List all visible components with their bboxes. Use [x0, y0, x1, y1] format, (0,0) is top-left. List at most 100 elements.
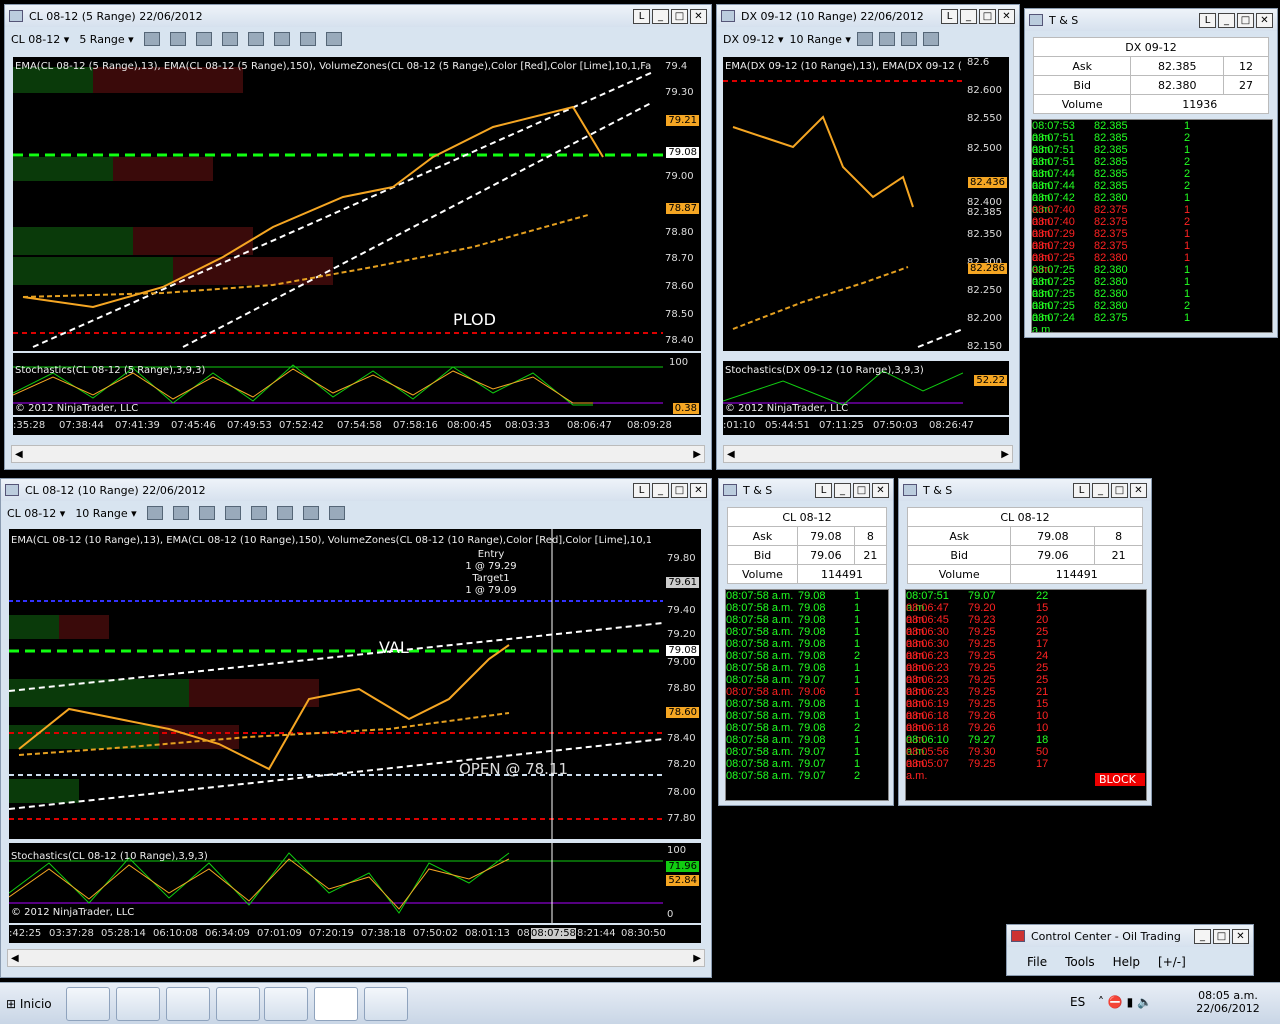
chart-window-cl-10range[interactable]: CL 08-12 (10 Range) 22/06/2012 L _ □ ✕ CL 08…: [0, 478, 712, 978]
maximize-button[interactable]: □: [671, 8, 688, 24]
ninjatrader-taskbar-icon[interactable]: [314, 987, 358, 1021]
scroll-right-icon[interactable]: ▶: [693, 449, 701, 460]
indicator-icon[interactable]: [900, 32, 917, 46]
horizontal-scrollbar[interactable]: ◀ ▶: [7, 949, 705, 967]
restore-icon[interactable]: L: [941, 8, 958, 24]
tray-icons[interactable]: ˄ ⛔ ▮ 🔈: [1098, 995, 1152, 1009]
close-button[interactable]: ✕: [1130, 482, 1147, 498]
crosshair-icon[interactable]: [250, 506, 267, 520]
instrument-select[interactable]: DX 09-12 ▾: [723, 33, 784, 46]
strategy-icon[interactable]: [922, 32, 939, 46]
close-button[interactable]: ✕: [690, 482, 707, 498]
scroll-right-icon[interactable]: ▶: [693, 953, 701, 964]
chrome-icon[interactable]: [66, 987, 110, 1021]
minimize-button[interactable]: _: [834, 482, 851, 498]
crosshair-icon[interactable]: [247, 32, 264, 46]
scroll-right-icon[interactable]: ▶: [1001, 449, 1009, 460]
title-bar[interactable]: CL 08-12 (10 Range) 22/06/2012 L _ □ ✕: [1, 479, 711, 501]
title-bar[interactable]: T & S L _ □ ✕: [1025, 9, 1277, 31]
trades-list[interactable]: 08:07:53 a.m. 82.385 1 08:07:51 a.m. 82.385 2…: [1031, 119, 1273, 333]
close-button[interactable]: ✕: [1256, 12, 1273, 28]
zoom-icon[interactable]: [276, 506, 293, 520]
quote-table: CL 08-12 Ask 79.08 8 Bid 79.06 21 Volume 114491: [906, 507, 1143, 584]
menu-expand[interactable]: [+/-]: [1158, 955, 1186, 969]
restore-icon[interactable]: L: [815, 482, 832, 498]
bars-icon[interactable]: [856, 32, 873, 46]
restore-icon[interactable]: L: [1073, 482, 1090, 498]
indicator-icon[interactable]: [195, 32, 212, 46]
restore-icon[interactable]: L: [633, 8, 650, 24]
mail-icon[interactable]: [166, 987, 210, 1021]
indicator-icon[interactable]: [198, 506, 215, 520]
minimize-button[interactable]: _: [960, 8, 977, 24]
maximize-button[interactable]: □: [979, 8, 996, 24]
restore-icon[interactable]: L: [1199, 12, 1216, 28]
trade-row: 08:07:58 a.m. 79.07 2: [726, 770, 861, 782]
menu-help[interactable]: Help: [1113, 955, 1140, 969]
menu-tools[interactable]: Tools: [1065, 955, 1095, 969]
title-bar[interactable]: T & S L _ □ ✕: [719, 479, 893, 501]
maximize-button[interactable]: □: [671, 482, 688, 498]
menu-file[interactable]: File: [1027, 955, 1047, 969]
time-and-sales-cl-1[interactable]: T & S L _ □ ✕ CL 08-12 Ask 79.08 8 Bid 79.06 21 Vol…: [718, 478, 894, 806]
data-box-icon[interactable]: [302, 506, 319, 520]
title-bar[interactable]: T & S L _ □ ✕: [899, 479, 1151, 501]
price-panel[interactable]: PLOD: [13, 57, 663, 351]
close-button[interactable]: ✕: [1232, 928, 1249, 944]
price-panel[interactable]: [723, 57, 963, 351]
instrument-select[interactable]: CL 08-12 ▾: [11, 33, 69, 46]
maximize-button[interactable]: □: [1213, 928, 1230, 944]
pencil-icon[interactable]: [169, 32, 186, 46]
instrument-select[interactable]: CL 08-12 ▾: [7, 507, 65, 520]
period-select[interactable]: 10 Range ▾: [790, 33, 851, 46]
maximize-button[interactable]: □: [1111, 482, 1128, 498]
title-bar[interactable]: DX 09-12 (10 Range) 22/06/2012 L _ □ ✕: [717, 5, 1019, 27]
zoom-icon[interactable]: [273, 32, 290, 46]
chart-window-cl-5range[interactable]: CL 08-12 (5 Range) 22/06/2012 L _ □ ✕ CL 08-…: [4, 4, 712, 470]
pencil-icon[interactable]: [878, 32, 895, 46]
language-indicator[interactable]: ES: [1070, 995, 1085, 1009]
minimize-button[interactable]: _: [652, 8, 669, 24]
strategy-icon[interactable]: [221, 32, 238, 46]
strategy-icon[interactable]: [224, 506, 241, 520]
trade-row: 08:07:58 a.m. 79.07 1: [726, 746, 861, 758]
minimize-button[interactable]: _: [1092, 482, 1109, 498]
maximize-button[interactable]: □: [853, 482, 870, 498]
price-panel[interactable]: VAL OPEN @ 78.11: [9, 529, 663, 839]
start-button[interactable]: ⊞ Inicio: [2, 989, 60, 1019]
data-box-icon[interactable]: [299, 32, 316, 46]
scroll-left-icon[interactable]: ◀: [15, 449, 23, 460]
clock[interactable]: 08:05 a.m. 22/06/2012: [1188, 989, 1268, 1015]
maximize-button[interactable]: □: [1237, 12, 1254, 28]
close-button[interactable]: ✕: [998, 8, 1015, 24]
scroll-left-icon[interactable]: ◀: [11, 953, 19, 964]
restore-icon[interactable]: L: [633, 482, 650, 498]
title-bar[interactable]: CL 08-12 (5 Range) 22/06/2012 L _ □ ✕: [5, 5, 711, 27]
trades-list[interactable]: 08:07:51 a.m. 79.07 22 08:06:47 a.m. 79.20 15…: [905, 589, 1147, 801]
minimize-button[interactable]: _: [652, 482, 669, 498]
chart-window-dx-10range[interactable]: DX 09-12 (10 Range) 22/06/2012 L _ □ ✕ DX 09…: [716, 4, 1020, 470]
pencil-icon[interactable]: [172, 506, 189, 520]
horizontal-scrollbar[interactable]: ◀ ▶: [723, 445, 1013, 463]
bars-icon[interactable]: [143, 32, 160, 46]
minimize-button[interactable]: _: [1218, 12, 1235, 28]
internet-explorer-icon[interactable]: [116, 987, 160, 1021]
time-and-sales-dx[interactable]: T & S L _ □ ✕ DX 09-12 Ask 82.385 12 Bid 82.380 27…: [1024, 8, 1278, 338]
close-button[interactable]: ✕: [690, 8, 707, 24]
title-bar[interactable]: Control Center - Oil Trading _ □ ✕: [1007, 925, 1253, 947]
close-button[interactable]: ✕: [872, 482, 889, 498]
minimize-button[interactable]: _: [1194, 928, 1211, 944]
chart-trader-icon[interactable]: [328, 506, 345, 520]
folder-icon[interactable]: [216, 987, 260, 1021]
media-player-icon[interactable]: [264, 987, 308, 1021]
horizontal-scrollbar[interactable]: ◀ ▶: [11, 445, 705, 463]
time-and-sales-cl-2[interactable]: T & S L _ □ ✕ CL 08-12 Ask 79.08 8 Bid 79.06 21 Vol…: [898, 478, 1152, 806]
trades-list[interactable]: 08:07:58 a.m. 79.08 1 08:07:58 a.m. 79.08 1 08…: [725, 589, 889, 801]
period-select[interactable]: 10 Range ▾: [75, 507, 136, 520]
excel-icon[interactable]: [364, 987, 408, 1021]
chart-trader-icon[interactable]: [325, 32, 342, 46]
control-center-window[interactable]: Control Center - Oil Trading _ □ ✕ File Tool…: [1006, 924, 1254, 976]
period-select[interactable]: 5 Range ▾: [79, 33, 133, 46]
bars-icon[interactable]: [146, 506, 163, 520]
scroll-left-icon[interactable]: ◀: [727, 449, 735, 460]
